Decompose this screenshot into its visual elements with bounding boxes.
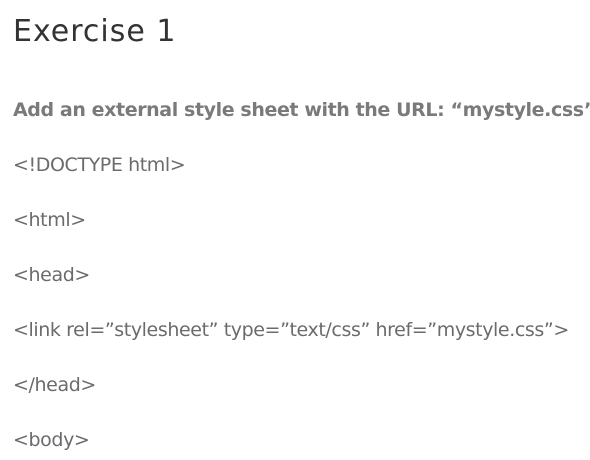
- code-line-head-open: <head>: [13, 264, 90, 286]
- code-line-link-stylesheet: <link rel=”stylesheet” type=”text/css” h…: [13, 319, 569, 341]
- code-line-html-open: <html>: [13, 209, 86, 231]
- code-line-body-open: <body>: [13, 429, 90, 451]
- code-line-doctype: <!DOCTYPE html>: [13, 154, 186, 176]
- exercise-title: Exercise 1: [13, 14, 177, 49]
- code-line-head-close: </head>: [13, 374, 96, 396]
- exercise-page: Exercise 1 Add an external style sheet w…: [0, 0, 590, 460]
- exercise-instruction: Add an external style sheet with the URL…: [13, 99, 590, 121]
